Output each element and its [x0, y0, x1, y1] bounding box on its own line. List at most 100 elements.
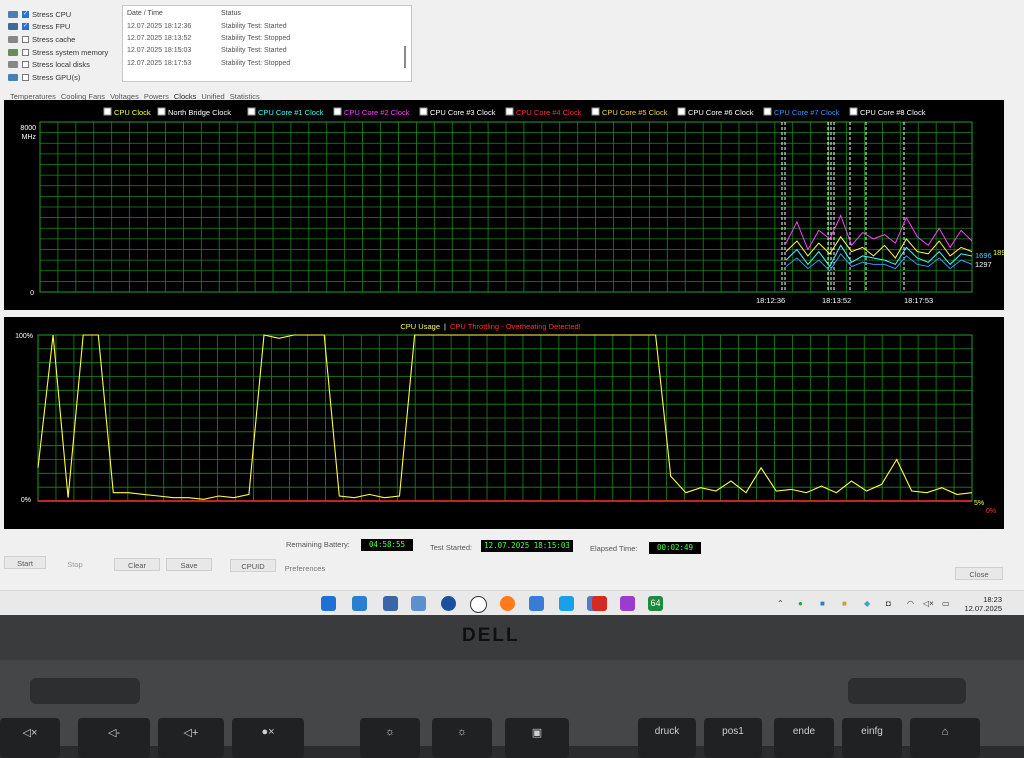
clock-date: 12.07.2025 [964, 604, 1002, 613]
elapsed-time-value: 00:02:49 [649, 542, 701, 554]
stress-option-memory[interactable]: Stress system memory [8, 46, 120, 59]
stress-option-gpu[interactable]: Stress GPU(s) [8, 71, 120, 84]
stop-button[interactable]: Stop [56, 557, 94, 570]
legend-label: North Bridge Clock [168, 108, 231, 117]
start-menu-icon[interactable] [321, 596, 336, 611]
legend-checkbox [247, 107, 256, 116]
legend-checkbox [591, 107, 600, 116]
legend-checkbox [157, 107, 166, 116]
wifi-icon[interactable]: ◠ [907, 599, 914, 608]
stress-cache-checkbox[interactable] [22, 35, 29, 43]
key-f3: ◁+ [158, 718, 224, 758]
log-row: 12.07.2025 18:15:03 Stability Test: Start… [123, 45, 411, 57]
camera-icon[interactable]: ◘ [886, 599, 891, 608]
status-log[interactable]: Date / Time Status 12.07.2025 18:12:36 St… [122, 5, 412, 82]
cpu-icon [8, 10, 18, 18]
stress-disks-checkbox[interactable] [22, 61, 29, 69]
stress-option-label: Stress GPU(s) [32, 72, 81, 82]
password-manager-icon[interactable] [441, 596, 456, 611]
stress-option-disks[interactable]: Stress local disks [8, 58, 120, 71]
close-button[interactable]: Close [955, 567, 1003, 580]
log-time: 12.07.2025 18:15:03 [127, 47, 192, 55]
stress-option-cpu[interactable]: ✓ Stress CPU [8, 8, 120, 21]
save-icon[interactable] [383, 596, 398, 611]
cpuid-button[interactable]: CPUID [230, 559, 276, 572]
remote-desktop-icon[interactable] [529, 596, 544, 611]
outlook-tray-icon[interactable]: ■ [820, 599, 825, 608]
start-button[interactable]: Start [4, 556, 46, 569]
laptop-bezel: DELL [0, 615, 1024, 660]
legend-label: CPU Core #7 Clock [774, 108, 840, 117]
dell-logo: DELL [462, 625, 520, 646]
save-button[interactable]: Save [166, 558, 212, 571]
log-scrollbar[interactable] [404, 46, 406, 68]
clock-series-line [785, 252, 973, 272]
right-value-cpu: 189 [993, 248, 1004, 257]
title-separator: | [444, 322, 446, 331]
check-icon[interactable]: ● [798, 599, 803, 608]
affinity-icon[interactable] [620, 596, 635, 611]
taskbar-clock[interactable]: 18:23 12.07.2025 [964, 595, 1002, 613]
legend-checkbox [849, 107, 858, 116]
notepad-icon[interactable] [411, 596, 426, 611]
key-f7: ▣ [505, 718, 569, 758]
log-row: 12.07.2025 18:17:53 Stability Test: Stopp… [123, 57, 411, 69]
usage-title: CPU Usage [400, 322, 440, 331]
y-axis-max: 8000 [20, 125, 36, 132]
time-label-1: 18:13:52 [822, 296, 851, 305]
stress-cpu-checkbox[interactable]: ✓ [22, 10, 29, 18]
app-icon[interactable] [559, 596, 574, 611]
stress-option-cache[interactable]: Stress cache [8, 33, 120, 46]
time-label-2: 18:17:53 [904, 296, 933, 305]
stress-option-label: Stress local disks [32, 60, 90, 70]
stress-option-label: Stress FPU [32, 22, 71, 32]
firefox-icon[interactable] [500, 596, 515, 611]
usage-end-value: 5% [974, 500, 984, 507]
legend-label: CPU Core #6 Clock [688, 108, 754, 117]
volume-muted-icon[interactable]: ◁× [923, 599, 934, 608]
log-time: 12.07.2025 18:17:53 [127, 59, 192, 67]
right-value-core7: 1297 [975, 260, 992, 269]
clock-series-line [785, 214, 973, 251]
usage-y-max: 100% [15, 333, 33, 340]
hinge-right [848, 678, 966, 704]
log-row: 12.07.2025 18:13:52 Stability Test: Stopp… [123, 32, 411, 44]
memory-icon [8, 48, 18, 56]
app-tray-icon[interactable]: ■ [842, 599, 847, 608]
stress-memory-checkbox[interactable] [22, 48, 29, 56]
log-time: 12.07.2025 18:13:52 [127, 35, 192, 43]
gpu-icon [8, 73, 18, 81]
battery-icon[interactable]: ▭ [942, 599, 950, 608]
legend-label: CPU Core #5 Clock [602, 108, 668, 117]
shield-icon[interactable]: ◆ [864, 599, 870, 608]
soccer-ball-icon[interactable] [470, 596, 487, 613]
fpu-icon [8, 23, 18, 31]
legend-label: CPU Core #8 Clock [860, 108, 926, 117]
legend-checkbox [333, 107, 342, 116]
stress-option-label: Stress cache [32, 34, 76, 44]
stress-options: ✓ Stress CPU ✓ Stress FPU Stress cache S… [8, 8, 120, 84]
key-f5: ☼ [360, 718, 420, 758]
key-pos1: pos1 [704, 718, 762, 758]
stress-option-label: Stress system memory [32, 47, 109, 57]
log-status: Stability Test: Stopped [221, 59, 291, 67]
key-lock: ⌂ [910, 718, 980, 758]
log-header-date: Date / Time [127, 9, 163, 17]
log-row: 12.07.2025 18:12:36 Stability Test: Start… [123, 20, 411, 32]
clear-button[interactable]: Clear [114, 558, 160, 571]
stress-option-fpu[interactable]: ✓ Stress FPU [8, 21, 120, 34]
outlook-icon[interactable] [352, 596, 367, 611]
preferences-button[interactable]: Preferences [282, 561, 328, 574]
legend-label: CPU Core #3 Clock [430, 108, 496, 117]
stress-gpu-checkbox[interactable] [22, 73, 29, 81]
stress-fpu-checkbox[interactable]: ✓ [22, 23, 29, 31]
cpu-usage-chart: CPU Usage | CPU Throttling - Overheating… [4, 317, 1004, 529]
pdf-icon[interactable] [592, 596, 607, 611]
key-f1: ◁× [0, 718, 60, 758]
throttle-end-value: 0% [986, 508, 996, 515]
aida64-icon[interactable]: 64 [648, 596, 663, 611]
chevron-up-icon[interactable]: ⌃ [777, 599, 784, 608]
y-axis-min: 0 [30, 290, 34, 297]
legend-label: CPU Core #4 Clock [516, 108, 582, 117]
legend-label: CPU Clock [114, 108, 151, 117]
